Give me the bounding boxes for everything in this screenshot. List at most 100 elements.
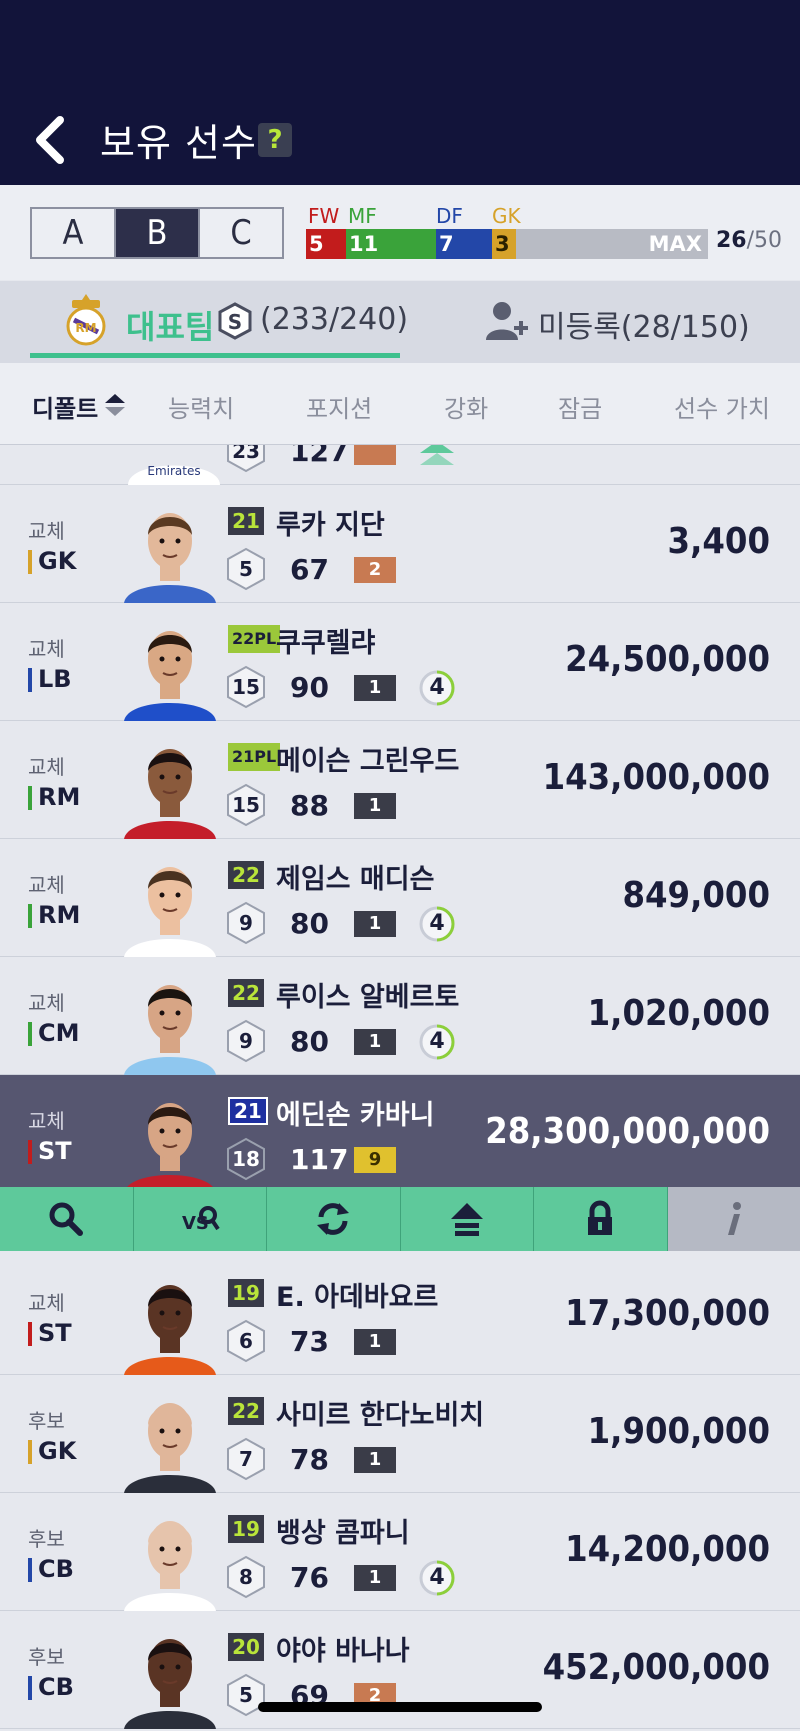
add-user-icon[interactable] bbox=[484, 298, 530, 342]
position-label: RM bbox=[38, 783, 81, 811]
max-label: MAX bbox=[516, 229, 708, 259]
svg-text:RM: RM bbox=[75, 321, 96, 335]
squad-tabs: A B C bbox=[30, 207, 284, 259]
season-badge: 22 bbox=[228, 861, 264, 889]
list-item-partial[interactable]: Emirates 23 127 bbox=[0, 445, 800, 485]
grade-badge: 1 bbox=[354, 675, 396, 701]
position-color-bar bbox=[28, 668, 32, 692]
season-badge: 22 bbox=[228, 979, 264, 1007]
grade-badge: 9 bbox=[354, 1147, 396, 1173]
level-hex: 9 bbox=[226, 901, 266, 945]
season-badge: 22 bbox=[228, 1397, 264, 1425]
lock-button[interactable] bbox=[534, 1187, 668, 1251]
player-value: 17,300,000 bbox=[565, 1293, 770, 1334]
svg-text:S: S bbox=[228, 310, 242, 334]
player-name: 루이스 알베르토 bbox=[276, 982, 460, 1013]
list-item[interactable]: 교체 ST 21 에딘손 카바니 18 117 9 28,300,000,000 bbox=[0, 1075, 800, 1193]
list-item[interactable]: 교체 LB 22PL 쿠쿠렐랴 15 90 1 4 24,500,000 bbox=[0, 603, 800, 721]
player-position: GK bbox=[28, 1437, 76, 1465]
player-value: 28,300,000,000 bbox=[485, 1111, 770, 1152]
chemistry-value: 4 bbox=[429, 1565, 445, 1590]
player-value: 452,000,000 bbox=[542, 1647, 770, 1688]
list-item[interactable]: 교체 RM 22 제임스 매디슨 9 80 1 4 849,000 bbox=[0, 839, 800, 957]
lock-icon bbox=[588, 1200, 613, 1235]
position-color-bar bbox=[28, 1558, 32, 1582]
list-item[interactable]: 후보 CB 19 뱅상 콤파니 8 76 1 4 14,200,000 bbox=[0, 1493, 800, 1611]
season-badge: 19 bbox=[228, 1279, 264, 1307]
list-item[interactable]: 교체 RM 21PL 메이슨 그린우드 15 88 1 143,000,000 bbox=[0, 721, 800, 839]
player-name: 루카 지단 bbox=[276, 510, 385, 541]
mf-label: MF bbox=[348, 204, 377, 228]
player-level: 7 bbox=[239, 1447, 253, 1471]
player-ovr: 76 bbox=[290, 1561, 329, 1594]
position-label: GK bbox=[38, 547, 77, 575]
player-position: LB bbox=[28, 665, 72, 693]
sort-default[interactable]: 디폴트 bbox=[32, 389, 98, 424]
player-ovr: 90 bbox=[290, 671, 329, 704]
player-value: 143,000,000 bbox=[542, 757, 770, 798]
position-color-bar bbox=[28, 1440, 32, 1464]
grade-badge: 1 bbox=[354, 1565, 396, 1591]
player-ovr: 88 bbox=[290, 789, 329, 822]
compare-button[interactable]: VS bbox=[133, 1187, 267, 1251]
player-role: 교체 bbox=[28, 519, 65, 543]
list-item[interactable]: 교체 ST 19 E. 아데바요르 6 73 1 17,300,000 bbox=[0, 1257, 800, 1375]
level-hex: 9 bbox=[226, 1019, 266, 1063]
sponsor-text: Emirates bbox=[147, 464, 200, 478]
squad-tab-c[interactable]: C bbox=[198, 209, 282, 257]
refresh-button[interactable] bbox=[267, 1187, 401, 1251]
back-button[interactable] bbox=[28, 112, 78, 168]
player-name: 쿠쿠렐랴 bbox=[276, 628, 376, 659]
gk-label: GK bbox=[492, 204, 521, 228]
list-item[interactable]: 교체 CM 22 루이스 알베르토 9 80 1 4 1,020,000 bbox=[0, 957, 800, 1075]
player-name: 메이슨 그린우드 bbox=[276, 746, 460, 777]
sort-value[interactable]: 선수 가치 bbox=[674, 389, 770, 424]
player-name: 야야 바나나 bbox=[276, 1636, 410, 1667]
tab-unregistered[interactable]: 미등록(28/150) bbox=[538, 302, 750, 346]
player-ovr: 67 bbox=[290, 553, 329, 586]
mf-count: 11 bbox=[346, 229, 436, 259]
player-level: 23 bbox=[232, 445, 260, 463]
player-role: 교체 bbox=[28, 1291, 65, 1315]
compare-icon: VS bbox=[182, 1206, 220, 1234]
list-item[interactable]: 교체 GK 21 루카 지단 5 67 2 3,400 bbox=[0, 485, 800, 603]
player-level: 15 bbox=[232, 675, 260, 699]
search-icon bbox=[49, 1202, 84, 1236]
player-position: RM bbox=[28, 783, 80, 811]
player-name: 제임스 매디슨 bbox=[276, 864, 435, 895]
player-level: 18 bbox=[232, 1147, 260, 1171]
player-count-value: 26 bbox=[716, 228, 747, 253]
position-color-bar bbox=[28, 904, 32, 928]
level-hex: 23 bbox=[226, 445, 266, 473]
list-item[interactable]: 후보 GK 22 사미르 한다노비치 7 78 1 1,900,000 bbox=[0, 1375, 800, 1493]
season-badge: 22PL bbox=[228, 625, 281, 653]
chemistry-value: 4 bbox=[429, 911, 445, 936]
search-button[interactable] bbox=[0, 1187, 134, 1251]
season-badge: 19 bbox=[228, 1515, 264, 1543]
sort-lock[interactable]: 잠금 bbox=[558, 389, 602, 424]
help-button[interactable]: ? bbox=[258, 123, 292, 157]
sort-direction-icon[interactable] bbox=[104, 392, 126, 418]
upgrade-arrow-icon bbox=[420, 445, 454, 465]
sort-ability[interactable]: 능력치 bbox=[168, 389, 234, 424]
grade-badge: 1 bbox=[354, 1329, 396, 1355]
chemistry-badge: 4 bbox=[418, 669, 456, 707]
squad-tab-a[interactable]: A bbox=[32, 209, 114, 257]
player-ovr: 78 bbox=[290, 1443, 329, 1476]
position-label: RM bbox=[38, 901, 81, 929]
info-icon bbox=[727, 1202, 741, 1235]
player-position: CM bbox=[28, 1019, 80, 1047]
sort-position[interactable]: 포지션 bbox=[306, 389, 372, 424]
info-button[interactable] bbox=[667, 1187, 800, 1251]
squad-tab-b[interactable]: B bbox=[114, 209, 198, 257]
fw-count: 5 bbox=[306, 229, 346, 259]
season-badge: 21PL bbox=[228, 743, 281, 771]
player-value: 1,900,000 bbox=[587, 1411, 770, 1452]
fw-label: FW bbox=[308, 204, 340, 228]
player-action-bar: VS bbox=[0, 1187, 800, 1251]
upgrade-button[interactable] bbox=[400, 1187, 534, 1251]
grade-badge bbox=[354, 445, 396, 465]
sort-enhance[interactable]: 강화 bbox=[444, 389, 488, 424]
chemistry-value: 4 bbox=[429, 1029, 445, 1054]
main-team-label: 대표팀 bbox=[126, 308, 215, 346]
